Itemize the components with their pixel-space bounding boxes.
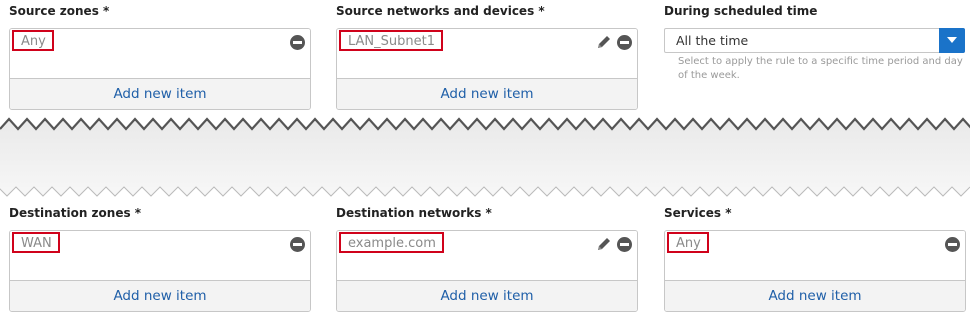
service-item[interactable]: Any bbox=[667, 232, 709, 253]
destination-zones-group: Destination zones * WAN Add new item bbox=[9, 205, 311, 312]
remove-icon[interactable] bbox=[945, 237, 960, 252]
destination-networks-label: Destination networks * bbox=[336, 206, 492, 220]
list-item: WAN bbox=[10, 231, 310, 281]
destination-zones-label: Destination zones * bbox=[9, 206, 142, 220]
destination-zones-list: WAN Add new item bbox=[9, 230, 311, 312]
source-zones-list: Any Add new item bbox=[9, 28, 311, 110]
source-network-item[interactable]: LAN_Subnet1 bbox=[339, 30, 444, 51]
edit-icon[interactable] bbox=[596, 236, 612, 252]
source-networks-group: Source networks and devices * LAN_Subnet… bbox=[336, 3, 638, 110]
remove-icon[interactable] bbox=[290, 237, 305, 252]
source-networks-list: LAN_Subnet1 Add new item bbox=[336, 28, 638, 110]
add-new-item-button[interactable]: Add new item bbox=[10, 78, 310, 109]
add-new-item-button[interactable]: Add new item bbox=[337, 78, 637, 109]
destination-networks-group: Destination networks * example.com Add n… bbox=[336, 205, 638, 312]
list-item: example.com bbox=[337, 231, 637, 281]
list-item: LAN_Subnet1 bbox=[337, 29, 637, 79]
destination-network-item[interactable]: example.com bbox=[339, 232, 444, 253]
list-item: Any bbox=[665, 231, 965, 281]
schedule-group: During scheduled time All the time Selec… bbox=[664, 3, 970, 81]
source-zones-group: Source zones * Any Add new item bbox=[9, 3, 311, 110]
schedule-label: During scheduled time bbox=[664, 4, 818, 18]
firewall-rule-form: Source zones * Any Add new item Source n… bbox=[0, 0, 970, 313]
remove-icon[interactable] bbox=[617, 35, 632, 50]
add-new-item-button[interactable]: Add new item bbox=[665, 280, 965, 311]
remove-icon[interactable] bbox=[290, 35, 305, 50]
add-new-item-button[interactable]: Add new item bbox=[10, 280, 310, 311]
list-item: Any bbox=[10, 29, 310, 79]
services-group: Services * Any Add new item bbox=[664, 205, 966, 312]
schedule-selected-value: All the time bbox=[676, 33, 749, 48]
edit-icon[interactable] bbox=[596, 34, 612, 50]
remove-icon[interactable] bbox=[617, 237, 632, 252]
torn-page-divider bbox=[0, 117, 970, 197]
source-zones-label: Source zones * bbox=[9, 4, 110, 18]
schedule-dropdown[interactable]: All the time bbox=[664, 28, 965, 53]
source-networks-label: Source networks and devices * bbox=[336, 4, 545, 18]
chevron-down-icon[interactable] bbox=[939, 28, 965, 53]
add-new-item-button[interactable]: Add new item bbox=[337, 280, 637, 311]
destination-zone-item[interactable]: WAN bbox=[12, 232, 60, 253]
destination-networks-list: example.com Add new item bbox=[336, 230, 638, 312]
schedule-help-text: Select to apply the rule to a specific t… bbox=[678, 56, 963, 81]
services-label: Services * bbox=[664, 206, 732, 220]
source-zone-item[interactable]: Any bbox=[12, 30, 54, 51]
services-list: Any Add new item bbox=[664, 230, 966, 312]
